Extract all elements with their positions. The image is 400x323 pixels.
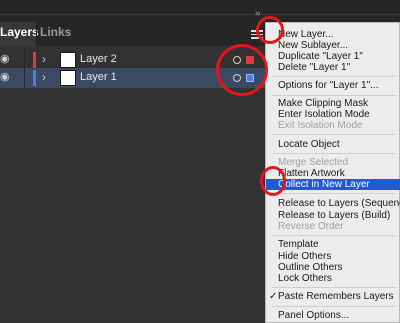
menu-item-release-to-layers-sequence[interactable]: Release to Layers (Sequence) [266, 198, 400, 209]
menu-item-panel-options[interactable]: Panel Options... [266, 310, 400, 321]
menu-separator [272, 153, 395, 154]
divider [0, 14, 400, 15]
menu-separator [272, 193, 395, 194]
menu-item-layer-options[interactable]: Options for "Layer 1"... [266, 80, 400, 91]
menu-item-merge-selected: Merge Selected [278, 157, 349, 168]
checkmark-icon: ✓ [269, 291, 278, 302]
menu-item-new-sublayer[interactable]: New Sublayer... [266, 40, 400, 51]
menu-item-delete-layer[interactable]: Delete "Layer 1" [266, 62, 400, 73]
menu-item-enter-isolation-mode[interactable]: Enter Isolation Mode [266, 109, 400, 120]
menu-item-lock-others[interactable]: Lock Others [266, 273, 400, 284]
menu-item-label: Paste Remembers Layers [278, 291, 394, 302]
menu-separator [272, 235, 395, 236]
menu-item-paste-remembers-layers[interactable]: ✓ Paste Remembers Layers [266, 291, 400, 302]
menu-separator [272, 76, 395, 77]
menu-separator [272, 306, 395, 307]
layer-color-bar [33, 52, 36, 68]
menu-item-locate-object[interactable]: Locate Object [266, 139, 400, 150]
menu-item-hide-others[interactable]: Hide Others [266, 251, 400, 262]
layer-color-bar [33, 70, 36, 86]
panel-menu-icon[interactable] [251, 30, 263, 40]
layer-thumbnail [60, 70, 76, 86]
layer-name[interactable]: Layer 2 [80, 53, 117, 65]
menu-item-duplicate-layer[interactable]: Duplicate "Layer 1" [266, 51, 400, 62]
menu-item-reverse-order: Reverse Order [278, 221, 344, 232]
target-circle-icon[interactable] [233, 74, 241, 82]
divider [36, 22, 37, 46]
tab-layers[interactable]: Layers [0, 22, 39, 46]
layer-name[interactable]: Layer 1 [80, 71, 117, 83]
layer-thumbnail [60, 52, 76, 68]
menu-separator [272, 134, 395, 135]
expand-caret-icon[interactable]: › [42, 70, 46, 84]
menu-item-outline-others[interactable]: Outline Others [266, 262, 400, 273]
menu-item-flatten-artwork[interactable]: Flatten Artwork [266, 168, 400, 179]
tab-links[interactable]: Links [40, 22, 71, 46]
menu-item-template[interactable]: Template [266, 239, 400, 250]
menu-item-collect-in-new-layer[interactable]: Collect in New Layer [266, 179, 400, 190]
expand-caret-icon[interactable]: › [42, 52, 46, 66]
menu-separator [272, 95, 395, 96]
target-circle-icon[interactable] [233, 56, 241, 64]
layers-panel-flyout-menu: New Layer... New Sublayer... Duplicate "… [265, 22, 400, 323]
eye-icon[interactable]: ◉ [0, 52, 10, 65]
collapse-chevron-icon[interactable]: » [255, 8, 261, 19]
divider [24, 50, 25, 70]
menu-item-new-layer[interactable]: New Layer... [266, 29, 400, 40]
menu-separator [272, 287, 395, 288]
menu-item-release-to-layers-build[interactable]: Release to Layers (Build) [266, 210, 400, 221]
menu-item-exit-isolation-mode: Exit Isolation Mode [278, 120, 363, 131]
layer-row-layer-2[interactable]: ◉ › Layer 2 [0, 50, 268, 70]
selection-square-icon[interactable] [246, 56, 254, 64]
selection-square-icon[interactable] [246, 74, 254, 82]
divider [24, 68, 25, 88]
menu-item-make-clipping-mask[interactable]: Make Clipping Mask [266, 98, 400, 109]
layer-row-layer-1[interactable]: ◉ › Layer 1 [0, 68, 268, 88]
eye-icon[interactable]: ◉ [0, 70, 10, 83]
